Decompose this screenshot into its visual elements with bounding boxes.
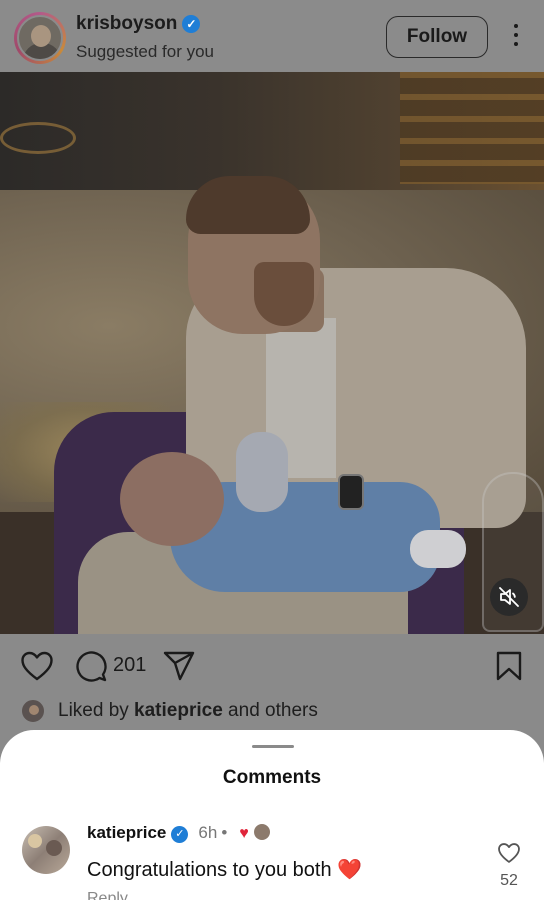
commenter-username[interactable]: katieprice <box>87 823 166 842</box>
comment-text: Congratulations to you both ❤️ <box>87 859 363 881</box>
comments-title: Comments <box>222 767 322 788</box>
comment-like-heart-icon[interactable] <box>497 842 521 864</box>
comment-count: 201 <box>113 654 147 676</box>
bookmark-icon[interactable] <box>494 650 524 682</box>
suggested-label: Suggested for you <box>76 42 214 61</box>
speech-bubble-icon[interactable] <box>74 650 108 682</box>
comments-sheet: Comments katieprice ✓ 6h • ♥ Congratulations… <box>0 730 544 900</box>
post-author-username[interactable]: krisboyson ✓ <box>76 13 201 35</box>
author-mini-avatar <box>253 824 270 840</box>
comment-header: katieprice ✓ 6h • ♥ <box>87 823 270 843</box>
profile-avatar[interactable] <box>14 12 66 64</box>
heart-outline-icon[interactable] <box>20 650 54 682</box>
author-liked-heart-icon: ♥ <box>239 825 249 842</box>
post-header: krisboyson ✓ Suggested for you Follow <box>0 0 544 72</box>
post-action-bar: 201 Liked by katieprice and others <box>0 634 544 730</box>
comment-time: 6h <box>198 823 218 842</box>
verified-badge-icon: ✓ <box>182 15 201 33</box>
liked-by-text: Liked by katieprice and others <box>58 700 318 721</box>
paper-plane-icon[interactable] <box>162 650 196 682</box>
separator-dot: • <box>221 823 228 842</box>
follow-button[interactable]: Follow <box>386 16 488 58</box>
comment-like-count: 52 <box>500 872 518 889</box>
liked-by-username[interactable]: katieprice <box>134 700 223 721</box>
commenter-avatar[interactable] <box>22 826 70 874</box>
mute-toggle[interactable] <box>490 578 528 616</box>
speaker-muted-icon <box>499 587 519 607</box>
sheet-drag-handle[interactable] <box>252 745 294 748</box>
more-options-icon[interactable] <box>506 24 526 52</box>
post-photo[interactable] <box>0 72 544 634</box>
liked-by-avatar <box>20 698 46 724</box>
reply-button[interactable]: Reply <box>87 890 128 900</box>
verified-badge-icon: ✓ <box>171 826 189 843</box>
heart-emoji: ❤️ <box>337 859 363 881</box>
